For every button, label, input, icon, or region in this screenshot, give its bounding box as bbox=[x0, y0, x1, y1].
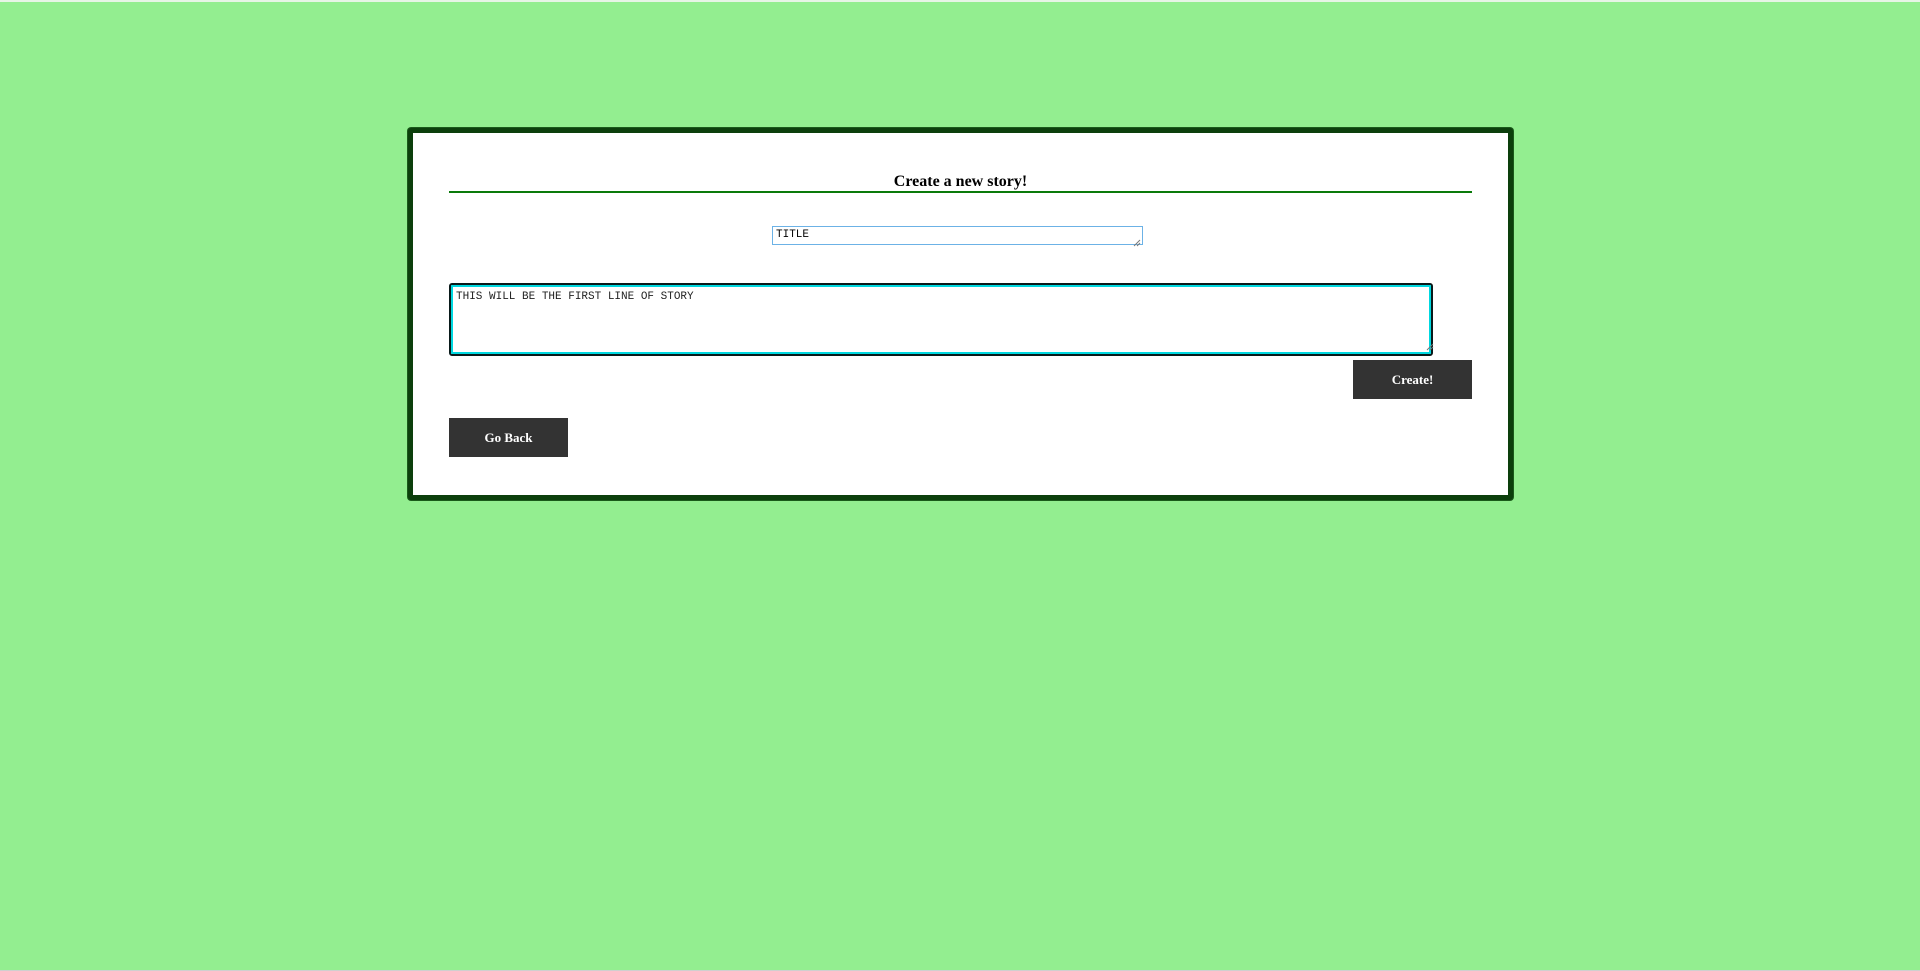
go-back-button[interactable]: Go Back bbox=[449, 418, 568, 457]
create-story-card: Create a new story! Create! Go Back bbox=[408, 128, 1513, 500]
first-line-input[interactable] bbox=[449, 283, 1433, 356]
heading-divider bbox=[449, 191, 1472, 193]
create-button[interactable]: Create! bbox=[1353, 360, 1472, 399]
page-background: Create a new story! Create! Go Back bbox=[0, 0, 1920, 971]
page-title: Create a new story! bbox=[893, 173, 1028, 190]
top-strip bbox=[0, 0, 1920, 2]
story-title-input[interactable] bbox=[772, 226, 1143, 245]
